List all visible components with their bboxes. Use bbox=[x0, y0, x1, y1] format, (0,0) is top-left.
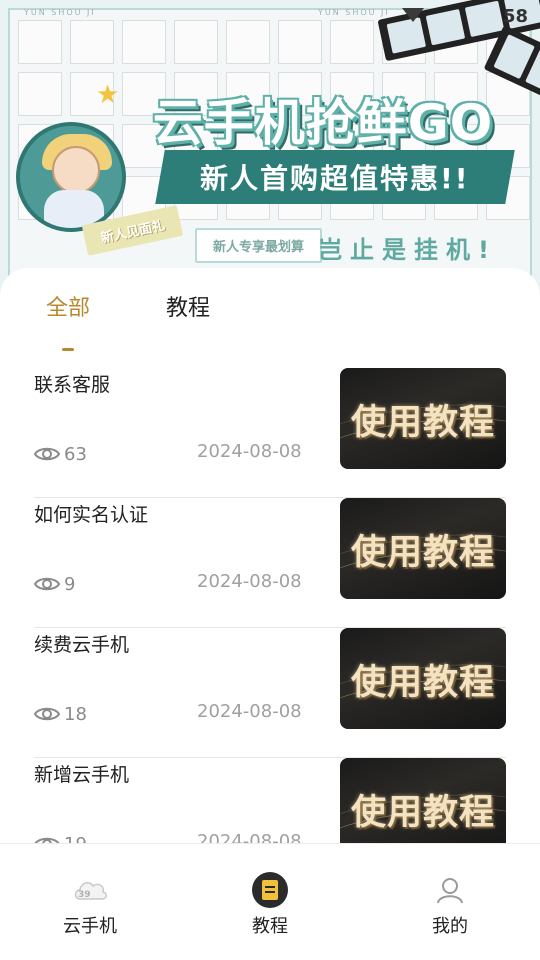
list-item[interactable]: 如何实名认证 9 2024-08-08 使用教程 bbox=[34, 498, 506, 628]
list-item[interactable]: 续费云手机 18 2024-08-08 使用教程 bbox=[34, 628, 506, 758]
mascot-avatar bbox=[16, 122, 126, 232]
article-title: 新增云手机 bbox=[34, 764, 130, 786]
banner-subtitle: 新人首购超值特惠!! bbox=[200, 162, 470, 195]
eye-icon bbox=[34, 445, 60, 463]
tab-tutorial[interactable]: 教程 bbox=[166, 290, 210, 322]
article-thumbnail[interactable]: 使用教程 bbox=[340, 368, 506, 469]
deal-sticker: 新人专享最划算 bbox=[195, 228, 323, 263]
active-tab-indicator bbox=[62, 348, 74, 351]
publish-date: 2024-08-08 bbox=[197, 441, 302, 462]
nav-label: 我的 bbox=[432, 916, 468, 937]
banner-title-board: 云手机抢鲜GO bbox=[118, 80, 528, 158]
banner-subtitle-box: 新人首购超值特惠!! bbox=[155, 150, 515, 204]
view-count: 9 bbox=[64, 573, 76, 595]
banner-title: 云手机抢鲜GO bbox=[152, 94, 494, 152]
bottom-navigation: 39 云手机 教程 我的 bbox=[0, 843, 540, 960]
wifi-icon bbox=[402, 8, 424, 22]
banner-tagline: 岂止是挂机! bbox=[318, 236, 497, 264]
tab-all[interactable]: 全部 bbox=[46, 290, 90, 322]
nav-profile[interactable]: 我的 bbox=[360, 844, 540, 960]
nav-label: 云手机 bbox=[63, 916, 117, 937]
banner-brand-left: YUN SHOU JI bbox=[24, 8, 96, 17]
tutorial-book-icon bbox=[252, 872, 288, 908]
user-profile-icon bbox=[432, 872, 468, 908]
promo-banner[interactable]: YUN SHOU JI YUN SHOU JI 58 ★ 云手机抢鲜GO 新人首… bbox=[0, 0, 540, 300]
publish-date: 2024-08-08 bbox=[197, 571, 302, 592]
category-tabs: 全部 教程 bbox=[0, 288, 540, 351]
article-thumbnail[interactable]: 使用教程 bbox=[340, 628, 506, 729]
publish-date: 2024-08-08 bbox=[197, 701, 302, 722]
thumbnail-label: 使用教程 bbox=[350, 403, 495, 443]
cloud-phone-icon: 39 bbox=[72, 872, 108, 908]
tutorial-page: YUN SHOU JI YUN SHOU JI 58 ★ 云手机抢鲜GO 新人首… bbox=[0, 0, 540, 960]
star-icon: ★ bbox=[96, 80, 120, 110]
article-title: 如何实名认证 bbox=[34, 504, 149, 526]
view-count: 18 bbox=[64, 703, 87, 725]
content-card: 全部 教程 联系客服 63 2024-08-08 使用教程 如何实名认证 9 2… bbox=[0, 268, 540, 868]
article-title: 联系客服 bbox=[34, 374, 111, 396]
nav-label: 教程 bbox=[252, 916, 288, 937]
article-title: 续费云手机 bbox=[34, 634, 130, 656]
status-clock: 58 bbox=[502, 6, 528, 27]
thumbnail-label: 使用教程 bbox=[350, 533, 495, 573]
eye-icon bbox=[34, 575, 60, 593]
banner-brand-right: YUN SHOU JI bbox=[318, 8, 390, 17]
nav-tutorial[interactable]: 教程 bbox=[180, 844, 360, 960]
article-meta: 9 2024-08-08 bbox=[34, 570, 314, 598]
nav-cloud-phone[interactable]: 39 云手机 bbox=[0, 844, 180, 960]
thumbnail-label: 使用教程 bbox=[350, 663, 495, 703]
list-item[interactable]: 联系客服 63 2024-08-08 使用教程 bbox=[34, 368, 506, 498]
svg-text:39: 39 bbox=[78, 890, 91, 900]
thumbnail-label: 使用教程 bbox=[350, 793, 495, 833]
view-count: 63 bbox=[64, 443, 87, 465]
eye-icon bbox=[34, 705, 60, 723]
article-meta: 63 2024-08-08 bbox=[34, 440, 314, 468]
article-meta: 18 2024-08-08 bbox=[34, 700, 314, 728]
article-thumbnail[interactable]: 使用教程 bbox=[340, 498, 506, 599]
